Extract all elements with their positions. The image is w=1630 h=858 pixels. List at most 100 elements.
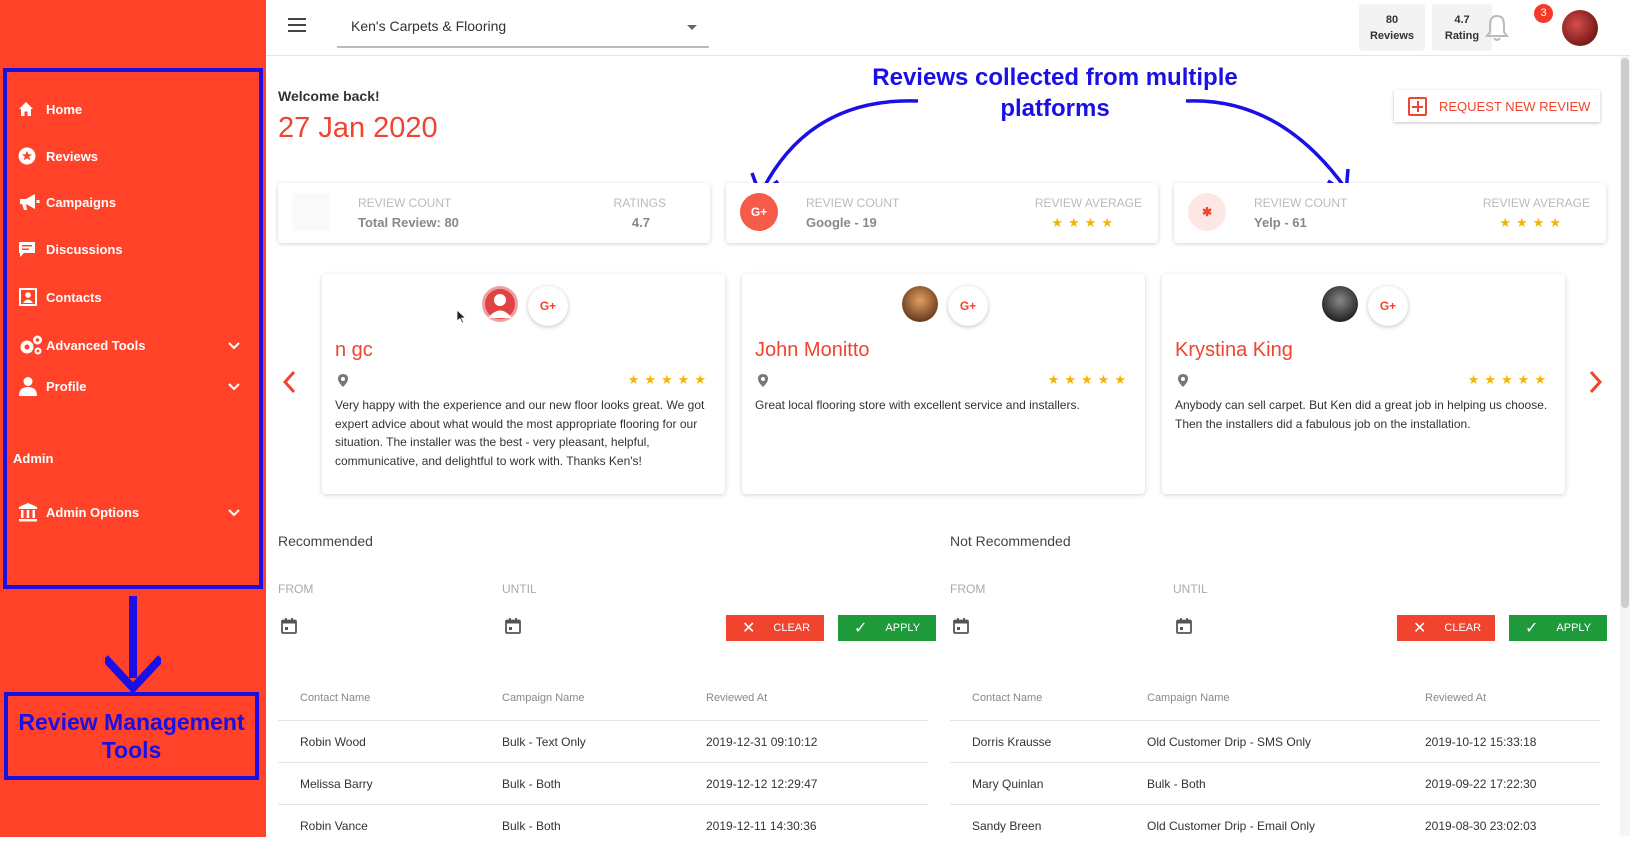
table-row[interactable]: Mary Quinlan Bulk - Both 2019-09-22 17:2… xyxy=(950,763,1600,805)
stat-label: REVIEW AVERAGE xyxy=(1034,196,1142,210)
reviewed-at-cell: 2019-09-22 17:22:30 xyxy=(1425,776,1537,791)
calendar-icon[interactable] xyxy=(281,618,297,639)
close-icon: ✕ xyxy=(1413,620,1427,637)
clear-button[interactable]: ✕ CLEAR xyxy=(1397,615,1495,641)
sidebar-item-admin-options[interactable]: Admin Options xyxy=(12,497,252,527)
business-select[interactable]: Ken's Carpets & Flooring xyxy=(337,6,709,48)
chevron-down-icon xyxy=(228,338,240,353)
location-pin-icon xyxy=(758,374,768,392)
recommended-title: Recommended xyxy=(278,533,373,549)
rating-pill[interactable]: 4.7 Rating xyxy=(1432,4,1492,51)
sidebar-item-label: Reviews xyxy=(46,148,99,164)
sidebar-item-label: Discussions xyxy=(46,241,123,257)
scrollbar-thumb[interactable] xyxy=(1621,58,1629,608)
yelp-review-card: ✱ REVIEW COUNT Yelp - 61 REVIEW AVERAGE … xyxy=(1174,183,1606,243)
reviewer-name: n gc xyxy=(335,339,373,361)
carousel-next-icon[interactable] xyxy=(1589,368,1603,402)
sidebar-item-campaigns[interactable]: Campaigns xyxy=(12,187,252,217)
notification-badge: 3 xyxy=(1534,4,1553,23)
star-rating: ★★★★★ xyxy=(627,372,711,387)
calendar-icon[interactable] xyxy=(505,618,521,639)
total-review-card: REVIEW COUNT Total Review: 80 RATINGS 4.… xyxy=(278,183,710,243)
sidebar-item-home[interactable]: Home xyxy=(12,94,252,124)
chat-icon xyxy=(12,241,46,258)
stat-label: RATINGS xyxy=(613,196,666,210)
clear-label: CLEAR xyxy=(773,622,811,634)
star-rating: ★★★★★ xyxy=(1467,372,1551,387)
rating-label: Rating xyxy=(1444,30,1480,42)
reviews-count-pill[interactable]: 80 Reviews xyxy=(1359,4,1425,51)
carousel-prev-icon[interactable] xyxy=(282,368,296,402)
google-plus-icon: G+ xyxy=(1368,286,1408,326)
chevron-down-icon xyxy=(228,505,240,520)
reviewed-at-cell: 2019-12-31 09:10:12 xyxy=(706,734,818,749)
request-new-review-label: REQUEST NEW REVIEW xyxy=(1439,98,1591,114)
table-row[interactable]: Dorris Krausse Old Customer Drip - SMS O… xyxy=(950,721,1600,763)
review-card: G+ John Monitto ★★★★★ Great local floori… xyxy=(742,274,1145,494)
menu-icon[interactable] xyxy=(288,18,306,37)
stat-label: REVIEW COUNT xyxy=(806,196,900,210)
reviewer-avatar xyxy=(902,286,938,322)
megaphone-icon xyxy=(12,193,46,211)
user-avatar[interactable] xyxy=(1562,10,1598,46)
review-text: Anybody can sell carpet. But Ken did a g… xyxy=(1175,398,1548,431)
column-header: Campaign Name xyxy=(1147,691,1230,704)
person-icon xyxy=(12,376,46,396)
sidebar: Home Reviews Campaigns Discussions Conta… xyxy=(0,0,266,837)
sidebar-item-profile[interactable]: Profile xyxy=(12,371,252,401)
review-text: Great local flooring store with excellen… xyxy=(755,398,1080,412)
campaign-name-cell: Bulk - Text Only xyxy=(502,734,586,749)
admin-section-label: Admin xyxy=(13,451,54,466)
sidebar-item-contacts[interactable]: Contacts xyxy=(12,282,252,312)
request-new-review-button[interactable]: REQUEST NEW REVIEW xyxy=(1394,90,1600,122)
sidebar-item-label: Advanced Tools xyxy=(46,337,146,353)
sidebar-item-discussions[interactable]: Discussions xyxy=(12,234,252,264)
star-circle-icon xyxy=(12,147,46,165)
apply-button[interactable]: ✓ APPLY xyxy=(838,615,936,641)
google-review-card: G+ REVIEW COUNT Google - 19 REVIEW AVERA… xyxy=(726,183,1158,243)
contacts-icon xyxy=(12,287,46,307)
google-plus-icon: G+ xyxy=(528,286,568,326)
sidebar-item-label: Admin Options xyxy=(46,504,140,520)
campaign-name-cell: Old Customer Drip - SMS Only xyxy=(1147,734,1312,749)
reviewer-name: Krystina King xyxy=(1175,339,1293,361)
app-root: Home Reviews Campaigns Discussions Conta… xyxy=(0,0,1630,858)
sidebar-item-reviews[interactable]: Reviews xyxy=(12,141,252,171)
total-review-icon xyxy=(292,193,330,231)
calendar-icon[interactable] xyxy=(1176,618,1192,639)
contact-name-cell: Mary Quinlan xyxy=(972,776,1044,791)
stat-value: 4.7 xyxy=(631,215,650,230)
sidebar-item-advanced-tools[interactable]: Advanced Tools xyxy=(12,330,252,360)
business-select-value: Ken's Carpets & Flooring xyxy=(351,18,507,34)
apply-button[interactable]: ✓ APPLY xyxy=(1509,615,1607,641)
column-header: Contact Name xyxy=(972,691,1043,704)
arrow-down-icon xyxy=(102,596,164,697)
not-recommended-table: Contact Name Campaign Name Reviewed At D… xyxy=(950,675,1600,847)
star-rating: ★★★★ xyxy=(1051,215,1118,230)
sidebar-item-label: Home xyxy=(46,101,83,117)
reviewer-name: John Monitto xyxy=(755,339,870,361)
review-card: G+ Krystina King ★★★★★ Anybody can sell … xyxy=(1162,274,1565,494)
campaign-name-cell: Bulk - Both xyxy=(502,776,561,791)
calendar-icon[interactable] xyxy=(953,618,969,639)
google-plus-icon: G+ xyxy=(948,286,988,326)
column-header: Reviewed At xyxy=(706,691,768,704)
chevron-down-icon xyxy=(228,379,240,394)
home-icon xyxy=(12,101,46,117)
apply-label: APPLY xyxy=(885,622,921,634)
star-rating: ★★★★ xyxy=(1499,215,1566,230)
sidebar-item-label: Campaigns xyxy=(46,194,117,210)
reviewed-at-cell: 2019-12-12 12:29:47 xyxy=(706,776,818,791)
sidebar-item-label: Profile xyxy=(46,378,87,394)
review-card: G+ n gc ★★★★★ Very happy with the experi… xyxy=(322,274,725,494)
stat-label: REVIEW COUNT xyxy=(358,196,452,210)
stat-value: Total Review: 80 xyxy=(358,215,459,230)
table-row[interactable]: Robin Wood Bulk - Text Only 2019-12-31 0… xyxy=(278,721,928,763)
clear-button[interactable]: ✕ CLEAR xyxy=(726,615,824,641)
add-box-icon xyxy=(1408,96,1427,116)
bell-icon[interactable] xyxy=(1484,14,1510,47)
reviews-count-value: 80 xyxy=(1385,14,1399,26)
stat-label: REVIEW AVERAGE xyxy=(1482,196,1590,210)
table-row[interactable]: Melissa Barry Bulk - Both 2019-12-12 12:… xyxy=(278,763,928,805)
location-pin-icon xyxy=(1178,374,1188,392)
